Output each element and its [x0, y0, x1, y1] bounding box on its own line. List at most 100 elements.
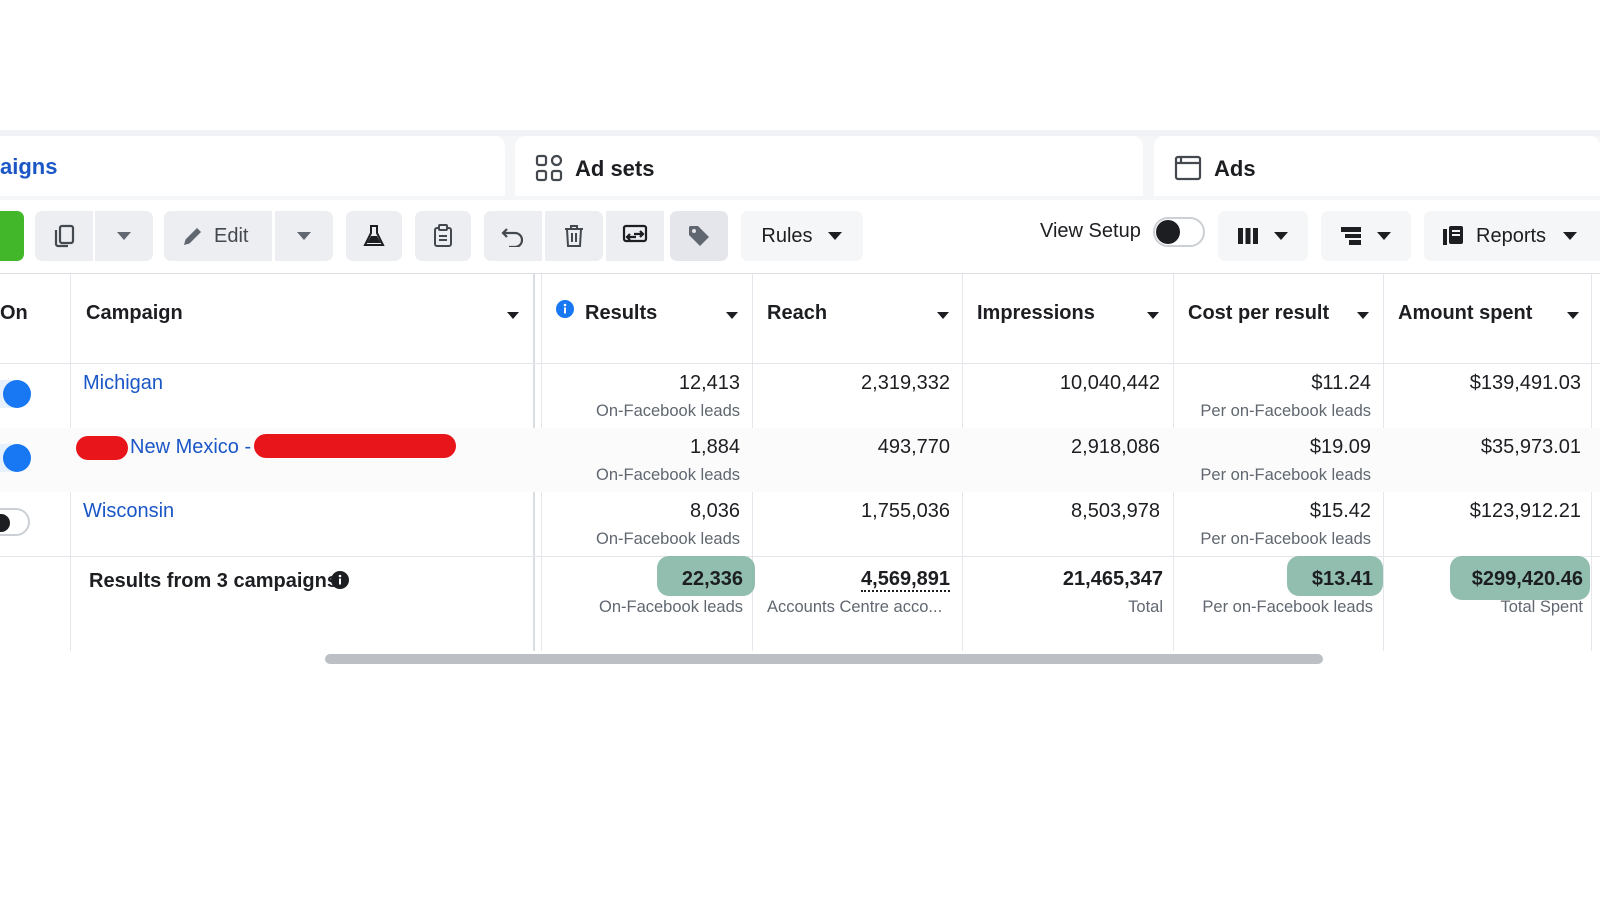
- create-button[interactable]: [0, 211, 24, 261]
- summary-reach-value[interactable]: 4,569,891: [861, 568, 950, 592]
- clipboard-button[interactable]: [415, 211, 471, 261]
- trash-icon: [563, 224, 585, 248]
- columns-button[interactable]: [1218, 211, 1308, 261]
- tab-ads[interactable]: Ads: [1154, 136, 1600, 196]
- redaction-mark: [254, 434, 456, 458]
- summary-label: Results from 3 campaigns: [89, 570, 338, 592]
- reach-value: 2,319,332: [861, 372, 950, 394]
- chevron-down-icon[interactable]: [507, 312, 519, 319]
- reports-icon: [1442, 225, 1464, 247]
- table-row[interactable]: New Mexico - 1,884 On-Facebook leads 493…: [0, 428, 1600, 492]
- chevron-down-icon: [1562, 231, 1578, 241]
- chevron-down-icon[interactable]: [937, 312, 949, 319]
- campaign-toggle[interactable]: [0, 508, 30, 536]
- reports-button[interactable]: Reports: [1424, 211, 1600, 261]
- header-reach[interactable]: Reach: [767, 302, 827, 325]
- amount-spent-value: $139,491.03: [1469, 372, 1581, 394]
- chevron-down-icon: [116, 231, 132, 241]
- summary-impressions-value: 21,465,347: [1062, 568, 1163, 590]
- cost-per-result-value: $15.42: [1309, 500, 1371, 522]
- campaign-name-link[interactable]: New Mexico -: [130, 436, 251, 459]
- table-row[interactable]: Michigan 12,413 On-Facebook leads 2,319,…: [0, 364, 1600, 428]
- campaign-toggle[interactable]: [0, 380, 31, 408]
- cost-per-result-subtext: Per on-Facebook leads: [1200, 466, 1371, 484]
- summary-impressions-subtext: Total: [1128, 598, 1163, 616]
- amount-spent-value: $123,912.21: [1469, 500, 1581, 522]
- tag-icon: [687, 224, 711, 248]
- header-results[interactable]: Results: [585, 302, 657, 325]
- ab-test-button[interactable]: [346, 211, 402, 261]
- summary-results-subtext: On-Facebook leads: [599, 598, 743, 616]
- grid-icon: [535, 154, 563, 187]
- tab-ads-label: Ads: [1214, 156, 1256, 181]
- header-cost-per-result[interactable]: Cost per result: [1188, 302, 1329, 325]
- undo-icon: [501, 225, 525, 247]
- header-campaign[interactable]: Campaign: [86, 302, 183, 325]
- view-setup-toggle[interactable]: [1153, 217, 1205, 247]
- tab-ad-sets-label: Ad sets: [575, 156, 655, 181]
- ad-frame-icon: [1174, 154, 1202, 187]
- chevron-down-icon[interactable]: [1567, 312, 1579, 319]
- impressions-value: 2,918,086: [1071, 436, 1160, 458]
- edit-dropdown[interactable]: [275, 211, 333, 261]
- pencil-icon: [182, 225, 204, 247]
- toggle-knob: [3, 380, 31, 408]
- toolbar: Edit Rules View Setup Reports: [0, 200, 1600, 272]
- summary-row: Results from 3 campaigns 22,336 On-Faceb…: [0, 556, 1600, 651]
- tab-ad-sets[interactable]: Ad sets: [515, 136, 1143, 196]
- undo-button[interactable]: [484, 211, 542, 261]
- reports-label: Reports: [1476, 224, 1547, 247]
- view-setup-label: View Setup: [1040, 220, 1141, 242]
- results-value: 8,036: [689, 500, 740, 522]
- results-value: 1,884: [689, 436, 740, 458]
- columns-icon: [1237, 227, 1259, 245]
- summary-cost-value: $13.41: [1311, 568, 1373, 590]
- header-amount-spent[interactable]: Amount spent: [1398, 302, 1532, 325]
- summary-cost-subtext: Per on-Facebook leads: [1202, 598, 1373, 616]
- delete-button[interactable]: [545, 211, 603, 261]
- clipboard-icon: [433, 224, 453, 248]
- chevron-down-icon: [1376, 231, 1392, 241]
- header-impressions[interactable]: Impressions: [977, 302, 1095, 325]
- duplicate-button[interactable]: [35, 211, 93, 261]
- rules-button[interactable]: Rules: [741, 211, 863, 261]
- edit-label: Edit: [214, 224, 249, 247]
- horizontal-scrollbar[interactable]: [325, 654, 1323, 664]
- chevron-down-icon[interactable]: [1147, 312, 1159, 319]
- summary-spent-value: $299,420.46: [1471, 568, 1583, 590]
- reach-value: 493,770: [877, 436, 950, 458]
- campaign-name-link[interactable]: Michigan: [83, 372, 163, 395]
- tags-button[interactable]: [670, 211, 728, 261]
- sync-button[interactable]: [606, 211, 664, 261]
- flask-icon: [363, 224, 385, 248]
- summary-spent-subtext: Total Spent: [1500, 598, 1583, 616]
- results-subtext: On-Facebook leads: [596, 402, 740, 420]
- reach-value: 1,755,036: [861, 500, 950, 522]
- chevron-down-icon: [827, 231, 843, 241]
- info-icon[interactable]: [331, 571, 349, 594]
- tab-campaigns[interactable]: aigns: [0, 136, 505, 196]
- results-value: 12,413: [678, 372, 740, 394]
- results-subtext: On-Facebook leads: [596, 466, 740, 484]
- edit-button[interactable]: Edit: [164, 211, 272, 261]
- rules-label: Rules: [761, 224, 813, 247]
- sync-icon: [622, 224, 648, 248]
- duplicate-icon: [51, 223, 77, 249]
- chevron-down-icon[interactable]: [1357, 312, 1369, 319]
- chevron-down-icon[interactable]: [726, 312, 738, 319]
- toggle-knob: [0, 514, 10, 532]
- view-setup-toggle-knob: [1156, 220, 1180, 244]
- breakdown-button[interactable]: [1321, 211, 1411, 261]
- cost-per-result-value: $19.09: [1309, 436, 1371, 458]
- chevron-down-icon: [296, 231, 312, 241]
- summary-reach-subtext: Accounts Centre acco...: [767, 598, 943, 616]
- cost-per-result-value: $11.24: [1311, 372, 1371, 394]
- cost-per-result-subtext: Per on-Facebook leads: [1200, 402, 1371, 420]
- duplicate-dropdown[interactable]: [95, 211, 153, 261]
- info-icon[interactable]: [556, 300, 574, 323]
- tab-campaigns-label: aigns: [0, 154, 58, 179]
- campaign-toggle[interactable]: [0, 444, 31, 472]
- campaign-name-link[interactable]: Wisconsin: [83, 500, 174, 523]
- impressions-value: 8,503,978: [1071, 500, 1160, 522]
- table-row[interactable]: Wisconsin 8,036 On-Facebook leads 1,755,…: [0, 492, 1600, 557]
